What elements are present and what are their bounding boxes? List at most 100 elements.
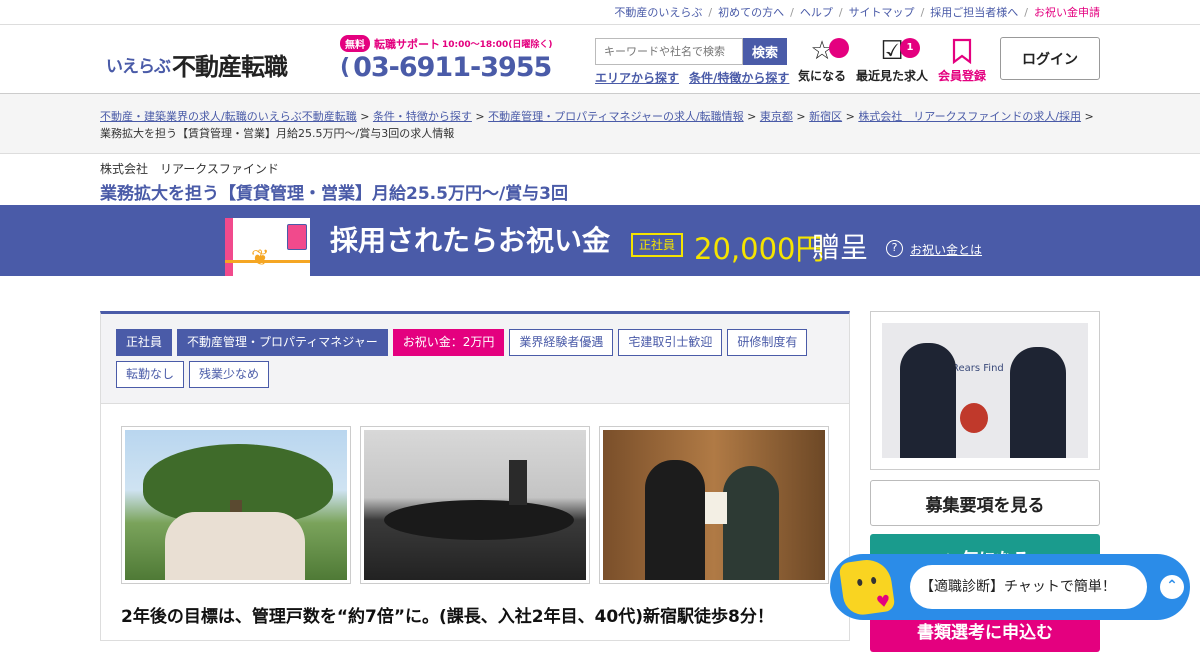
bookmark-icon [937, 35, 987, 67]
photo-gallery [121, 426, 829, 584]
login-button[interactable]: ログイン [1000, 37, 1100, 80]
star-icon: ☆ [798, 35, 849, 67]
tag[interactable]: お祝い金：2万円 [392, 329, 505, 356]
tag[interactable]: 宅建取引士歓迎 [618, 329, 723, 356]
topnav-link-ieraf[interactable]: 不動産のいえらぶ [614, 4, 702, 20]
banner-suffix: 贈呈 [812, 231, 869, 264]
search-links: エリアから探す 条件/特徴から探す [595, 69, 789, 86]
search-area: 検索 エリアから探す 条件/特徴から探す [595, 38, 789, 86]
flowers-shape [960, 403, 988, 433]
free-badge: 無料 [340, 35, 370, 52]
celebration-bonus-banner: ❦ 採用されたらお祝い金 正社員 20,000円 贈呈 ? お祝い金とは [0, 205, 1200, 276]
banner-amount: 20,000円 [694, 232, 825, 266]
separator: / [708, 5, 713, 19]
recent-count-badge: 1 [900, 38, 920, 58]
breadcrumb-current: 業務拡大を担う【賃貸管理・営業】月給25.5万円～/賞与3回の求人情報 [100, 127, 455, 140]
office-sign: Rears Find [952, 363, 1004, 374]
person-right-shape [1010, 347, 1066, 458]
support-label: 転職サポート [374, 37, 440, 51]
phone-number: 03-6911-3955 [353, 52, 552, 83]
search-by-area-link[interactable]: エリアから探す [595, 69, 679, 86]
job-title: 業務拡大を担う【賃貸管理・営業】月給25.5万円～/賞与3回 [100, 184, 568, 204]
recently-viewed-label: 最近見た求人 [856, 69, 929, 83]
photo-image [125, 430, 347, 580]
tag[interactable]: 正社員 [116, 329, 173, 356]
bonus-info-link[interactable]: お祝い金とは [910, 241, 982, 258]
view-requirements-button[interactable]: 募集要項を見る [870, 480, 1100, 526]
photo-award[interactable] [599, 426, 829, 584]
envelope-tag [287, 224, 307, 250]
tag[interactable]: 転勤なし [116, 361, 185, 388]
breadcrumb-link-category[interactable]: 不動産管理・プロパティマネジャーの求人/転職情報 [488, 110, 744, 123]
search-button[interactable]: 検索 [743, 38, 787, 65]
breadcrumb-link-home[interactable]: 不動産・建築業界の求人/転職のいえらぶ不動産転職 [100, 110, 357, 123]
separator: / [920, 5, 925, 19]
search-input[interactable] [595, 38, 743, 65]
photo-image [603, 430, 825, 580]
chevron-up-icon[interactable]: ⌃ [1160, 575, 1184, 599]
favorites-badge [829, 38, 849, 58]
support-phone[interactable]: ( 03-6911-3955 [340, 52, 553, 83]
checklist-icon: ☑ 1 [856, 35, 928, 67]
site-logo[interactable]: いえらぶ 不動産転職 [106, 47, 288, 82]
tag[interactable]: 業界経験者優遇 [509, 329, 614, 356]
breadcrumb-link-tokyo[interactable]: 東京都 [760, 110, 793, 123]
favorites-button[interactable]: ☆ 気になる [798, 35, 849, 84]
breadcrumb-link-company[interactable]: 株式会社 リアークスファインドの求人/採用 [858, 110, 1081, 123]
banner-message: 採用されたらお祝い金 [330, 224, 611, 257]
company-name: 株式会社 リアークスファインド [100, 162, 279, 176]
search-by-condition-link[interactable]: 条件/特徴から探す [689, 69, 789, 86]
mascot-eye [856, 578, 863, 587]
register-button[interactable]: 会員登録 [937, 35, 987, 84]
photo-image: Rears Find [882, 323, 1088, 458]
mascot-eye [870, 576, 877, 585]
photo-meeting[interactable] [360, 426, 590, 584]
search-box: 検索 [595, 38, 789, 65]
job-detail-panel: 正社員 不動産管理・プロパティマネジャー お祝い金：2万円 業界経験者優遇 宅建… [100, 311, 850, 641]
heart-icon: ♥ [874, 590, 892, 612]
side-column: Rears Find 募集要項を見る ☆ 気になる [870, 311, 1100, 580]
photo-group-outdoor[interactable] [121, 426, 351, 584]
separator: / [790, 5, 794, 19]
tag[interactable]: 不動産管理・プロパティマネジャー [177, 329, 388, 356]
phone-support: 無料 転職サポート 10:00〜18:00(日曜除く) ( 03-6911-39… [340, 35, 553, 83]
topnav-link-bonus-apply[interactable]: お祝い金申請 [1034, 4, 1100, 20]
topnav-link-recruiter[interactable]: 採用ご担当者様へ [930, 4, 1018, 20]
person-left-shape [900, 343, 956, 458]
photo-image [364, 430, 586, 580]
person-left-shape [645, 460, 705, 580]
banner-employment-badge: 正社員 [631, 233, 684, 257]
ribbon-bow-icon: ❦ [251, 246, 270, 271]
logo-main: 不動産転職 [172, 53, 288, 81]
envelope-shape [705, 492, 727, 524]
support-hours: 10:00〜18:00(日曜除く) [442, 40, 553, 50]
tag[interactable]: 研修制度有 [727, 329, 808, 356]
favorites-label: 気になる [798, 69, 847, 83]
question-icon[interactable]: ? [886, 240, 903, 257]
register-label: 会員登録 [937, 69, 986, 83]
recently-viewed-button[interactable]: ☑ 1 最近見た求人 [856, 35, 928, 84]
separator: / [838, 5, 843, 19]
catch-copy: 2年後の目標は、管理戸数を“約7倍”に。(課長、入社2年目、40代)新宿駅徒歩8… [121, 607, 774, 627]
person-right-shape [723, 466, 779, 580]
chat-bubble[interactable]: 【適職診断】チャットで簡単！ [910, 565, 1147, 609]
breadcrumb-link-shinjuku[interactable]: 新宿区 [809, 110, 842, 123]
phone-icon: ( [340, 55, 350, 80]
people-shape [165, 512, 305, 580]
separator: / [1024, 5, 1028, 19]
topnav-link-beginner[interactable]: 初めての方へ [718, 4, 784, 20]
chat-widget[interactable]: ♥ 【適職診断】チャットで簡単！ ⌃ [830, 554, 1190, 620]
tag[interactable]: 残業少なめ [189, 361, 270, 388]
topnav-link-sitemap[interactable]: サイトマップ [849, 4, 915, 20]
breadcrumb-link-conditions[interactable]: 条件・特徴から探す [373, 110, 472, 123]
logo-brand: いえらぶ [106, 57, 171, 77]
top-nav: 不動産のいえらぶ / 初めての方へ / ヘルプ / サイトマップ / 採用ご担当者様へ /… [0, 0, 1200, 24]
side-photo[interactable]: Rears Find [870, 311, 1100, 470]
support-label-row: 無料 転職サポート 10:00〜18:00(日曜除く) [340, 35, 553, 52]
topnav-link-help[interactable]: ヘルプ [800, 4, 833, 20]
site-header: いえらぶ 不動産転職 無料 転職サポート 10:00〜18:00(日曜除く) (… [0, 24, 1200, 94]
breadcrumb: 不動産・建築業界の求人/転職のいえらぶ不動産転職 > 条件・特徴から探す > 不… [0, 94, 1200, 154]
mascot-icon: ♥ [838, 556, 896, 618]
envelope-stripe [225, 218, 233, 276]
tag-list: 正社員 不動産管理・プロパティマネジャー お祝い金：2万円 業界経験者優遇 宅建… [101, 314, 849, 404]
